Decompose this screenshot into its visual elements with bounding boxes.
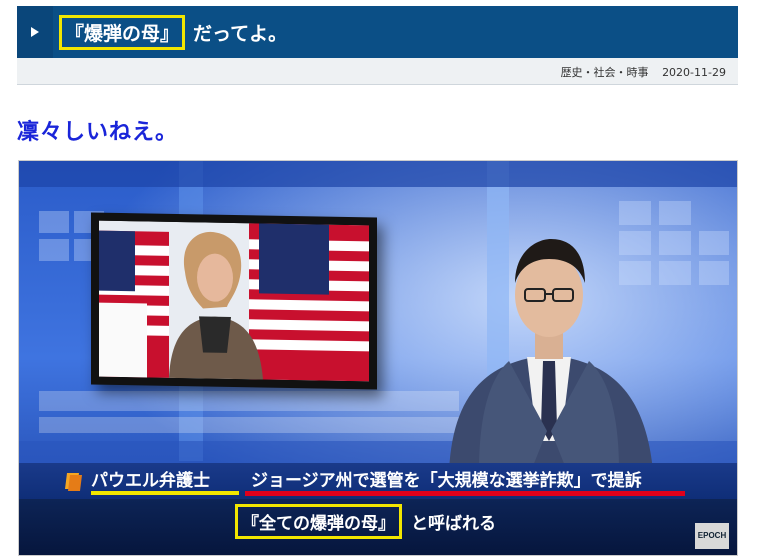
post-title-text[interactable]: だってよ。 <box>193 19 287 46</box>
news-anchor <box>449 239 653 471</box>
post-header: 『爆弾の母』 だってよ。 <box>17 6 738 58</box>
flag-right <box>249 223 369 382</box>
post-marker <box>17 6 53 58</box>
article-heading: 凜々しいねえ。 <box>17 120 179 145</box>
monitor-frame <box>91 212 377 390</box>
post-title-highlight[interactable]: 『爆弾の母』 <box>59 14 186 50</box>
post-date: 2020-11-29 <box>662 66 726 79</box>
press-photo <box>99 220 369 382</box>
subtitle-highlight: 『全ての爆弾の母』 <box>235 504 402 539</box>
ticker-headline: ジョージア州で選管を「大規模な選挙詐欺」で提訴 <box>251 471 642 491</box>
ticker-name: パウエル弁護士 <box>91 471 210 491</box>
ticker-flag-icon <box>65 473 82 491</box>
post-category-link[interactable]: 歴史・社会・時事 <box>561 66 649 79</box>
play-triangle-icon <box>31 27 39 37</box>
subtitle-text: と呼ばれる <box>411 514 496 534</box>
headline-underline <box>245 491 685 496</box>
post-meta: 歴史・社会・時事 2020-11-29 <box>561 64 726 80</box>
video-screenshot: パウエル弁護士 ジョージア州で選管を「大規模な選挙詐欺」で提訴 『全ての爆弾の母… <box>19 161 737 555</box>
name-underline <box>91 491 239 495</box>
post-title[interactable]: 『爆弾の母』 だってよ。 <box>59 14 287 50</box>
post-meta-bar: 歴史・社会・時事 2020-11-29 <box>17 58 738 85</box>
channel-logo: EPOCH <box>695 523 729 549</box>
